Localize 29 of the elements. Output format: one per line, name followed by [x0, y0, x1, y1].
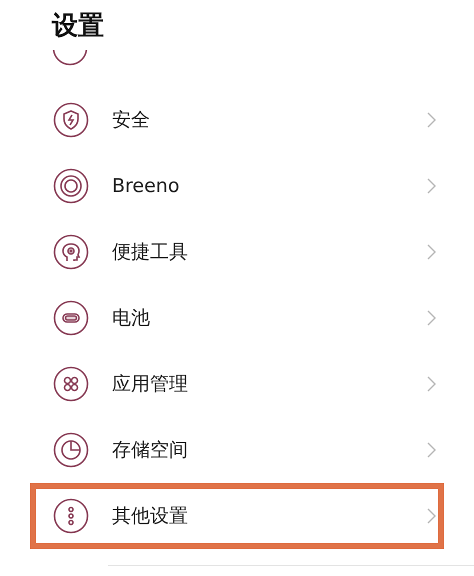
more-icon [53, 498, 89, 534]
item-label: 其他设置 [112, 504, 189, 529]
chevron-icon [427, 244, 436, 260]
chevron-icon [427, 442, 436, 458]
page-title: 设置 [52, 11, 104, 41]
item-label: 电池 [112, 306, 151, 331]
settings-item[interactable]: 电池 [30, 285, 444, 351]
item-label: 便捷工具 [112, 240, 189, 265]
head-icon [53, 234, 89, 270]
item-label: 应用管理 [112, 372, 189, 397]
chevron-icon [427, 178, 436, 194]
chevron-icon [427, 112, 436, 128]
chevron-icon [427, 310, 436, 326]
chevron-icon [427, 376, 436, 392]
settings-item[interactable]: 应用管理 [30, 351, 444, 417]
settings-item[interactable]: 其他设置 [30, 483, 444, 549]
settings-item[interactable]: Breeno [30, 153, 444, 219]
item-label: 安全 [112, 108, 151, 133]
target-icon [53, 168, 89, 204]
settings-item[interactable]: 存储空间 [30, 417, 444, 483]
apps-icon [53, 366, 89, 402]
pie-chart-icon [53, 432, 89, 468]
item-label: Breeno [112, 174, 180, 199]
battery-icon [53, 300, 89, 336]
shield-icon [53, 102, 89, 138]
settings-item[interactable]: 安全 [30, 87, 444, 153]
item-label: 存储空间 [112, 438, 189, 463]
settings-item[interactable]: 便捷工具 [30, 219, 444, 285]
chevron-icon [427, 508, 436, 524]
